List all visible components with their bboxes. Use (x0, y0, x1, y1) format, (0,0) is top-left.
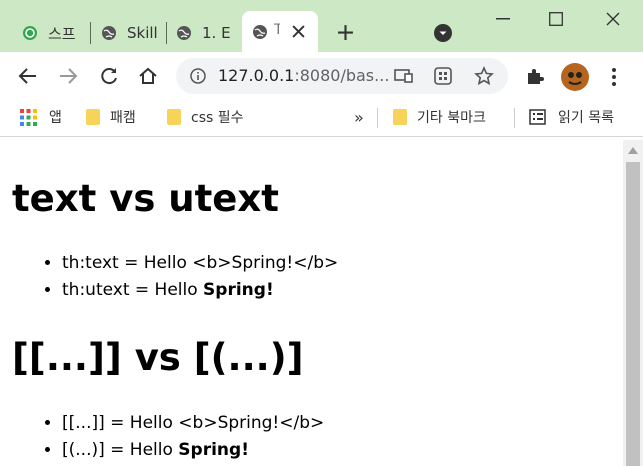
tab-2-label: Skill (127, 24, 158, 42)
maximize-icon[interactable] (549, 12, 563, 26)
bookmark-overflow[interactable]: » (354, 106, 364, 128)
bookmark-folder-1[interactable]: 패캠 (86, 106, 136, 128)
bookmark-apps-label: 앱 (49, 110, 62, 126)
reading-list-label: 읽기 목록 (558, 110, 614, 126)
list-text-vs-utext: th:text = Hello <b>Spring!</b> th:utext … (18, 250, 338, 304)
list-item-bold: Spring! (203, 280, 274, 300)
tab-2[interactable]: Skill (101, 14, 158, 52)
heading-text-vs-utext: text vs utext (12, 177, 279, 220)
new-tab-icon[interactable] (337, 24, 354, 41)
bookmark-folder-1-label: 패캠 (110, 110, 136, 126)
bookmark-apps[interactable]: 앱 (20, 106, 62, 128)
tab-1[interactable]: 스프 (22, 14, 76, 52)
bookmark-other-label: 기타 북마크 (417, 110, 486, 126)
reading-list[interactable]: 읽기 목록 (529, 106, 614, 128)
bookmark-folder-2[interactable]: css 필수 (167, 106, 244, 128)
menu-kebab-icon[interactable] (611, 67, 617, 87)
list-item-text: [(...)] = Hello (62, 440, 179, 460)
globe-icon (253, 25, 267, 39)
tab-strip: 스프 Skill 1. E T (0, 0, 643, 52)
minimize-icon[interactable] (496, 18, 510, 20)
folder-icon (86, 109, 100, 125)
avatar[interactable] (561, 63, 589, 91)
tab-3-label: 1. E (202, 24, 231, 42)
bookmarks-divider (514, 108, 515, 128)
cast-icon[interactable] (394, 68, 414, 84)
tab-4-label: T (274, 22, 280, 38)
globe-icon (177, 26, 191, 40)
heading-inline-vs-unescaped: [[...]] vs [(...)] (12, 336, 304, 379)
list-item-text: [[...]] = Hello <b>Spring!</b> (62, 413, 325, 433)
page-content: text vs utext th:text = Hello <b>Spring!… (0, 137, 622, 466)
url-text: 127.0.0.1:8080/bas... (218, 66, 389, 85)
tab-search-icon[interactable] (434, 24, 452, 42)
green-app-icon (23, 26, 37, 40)
list-inline-vs-unescaped: [[...]] = Hello <b>Spring!</b> [(...)] =… (18, 410, 324, 464)
list-item: [(...)] = Hello Spring! (62, 437, 324, 464)
bookmark-other[interactable]: 기타 북마크 (393, 106, 486, 128)
home-icon[interactable] (138, 66, 158, 86)
url-host: 127.0.0.1 (218, 66, 295, 85)
list-item-text: th:text = Hello <b>Spring!</b> (62, 253, 339, 273)
tab-3[interactable]: 1. E (176, 14, 231, 52)
info-icon[interactable] (190, 68, 206, 84)
scroll-up-arrow-icon[interactable] (628, 146, 638, 154)
list-item-bold: Spring! (178, 440, 249, 460)
bookmark-folder-2-label: css 필수 (191, 110, 244, 126)
bookmarks-divider (377, 108, 378, 128)
globe-icon (102, 26, 116, 40)
address-bar[interactable]: 127.0.0.1:8080/bas... (176, 58, 508, 94)
tab-separator (90, 22, 91, 44)
list-item-text: th:utext = Hello (62, 280, 204, 300)
bookmarks-bar: 앱 패캠 css 필수 » 기타 북마크 읽기 목록 (0, 100, 643, 137)
list-item: th:text = Hello <b>Spring!</b> (62, 250, 338, 277)
forward-icon[interactable] (58, 67, 78, 85)
tab-1-label: 스프 (48, 24, 76, 43)
list-item: [[...]] = Hello <b>Spring!</b> (62, 410, 324, 437)
folder-icon (393, 109, 407, 125)
extensions-icon[interactable] (525, 66, 545, 86)
apps-icon (20, 108, 37, 126)
reading-list-icon (529, 109, 546, 125)
back-icon[interactable] (18, 67, 38, 85)
apps-grid-icon[interactable] (434, 67, 452, 85)
folder-icon (167, 109, 181, 125)
reload-icon[interactable] (99, 66, 119, 86)
close-icon[interactable] (292, 25, 305, 38)
url-path: :8080/bas... (294, 66, 390, 85)
tab-active[interactable]: T (242, 11, 318, 52)
browser-toolbar: 127.0.0.1:8080/bas... (0, 52, 643, 100)
window-close-icon[interactable] (606, 12, 620, 26)
vertical-scrollbar[interactable] (623, 140, 643, 466)
list-item: th:utext = Hello Spring! (62, 277, 338, 304)
tab-separator (166, 22, 167, 44)
scrollbar-thumb[interactable] (626, 162, 640, 466)
star-icon[interactable] (474, 66, 494, 86)
chevron-double-right-icon: » (354, 107, 364, 127)
